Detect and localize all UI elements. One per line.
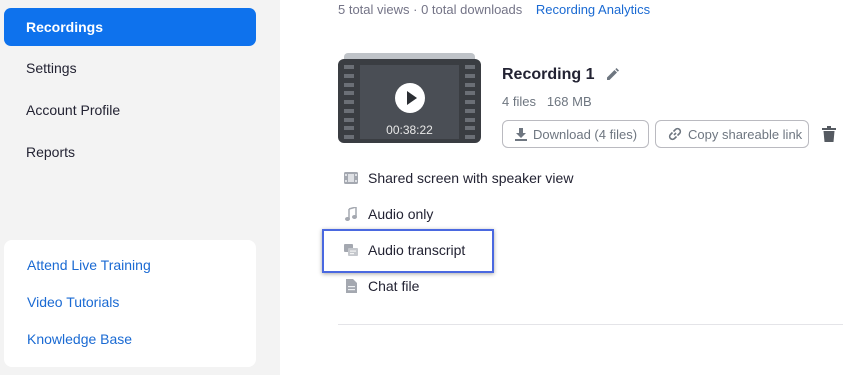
knowledge-base-link[interactable]: Knowledge Base: [27, 331, 132, 347]
file-label: Chat file: [368, 278, 420, 294]
file-row-audio-only[interactable]: Audio only: [344, 204, 433, 224]
sidebar-item-label: Settings: [26, 60, 77, 76]
sidebar: Recordings Settings Account Profile Repo…: [0, 0, 280, 375]
download-icon: [515, 127, 527, 141]
file-size: 168 MB: [546, 94, 592, 109]
thumbnail-frame: 00:38:22: [338, 59, 481, 143]
sidebar-item-recordings[interactable]: Recordings: [4, 8, 256, 46]
copy-link-button-label: Copy shareable link: [688, 126, 803, 142]
sidebar-item-label: Reports: [26, 144, 76, 160]
download-button-label: Download (4 files): [533, 126, 638, 142]
sidebar-item-label: Recordings: [26, 19, 104, 35]
file-row-chat-file[interactable]: Chat file: [344, 276, 419, 296]
link-icon: [668, 127, 682, 141]
play-icon[interactable]: [395, 83, 425, 113]
file-row-shared-screen[interactable]: Shared screen with speaker view: [344, 168, 573, 188]
download-button[interactable]: Download (4 files): [502, 120, 649, 148]
main-content: 5 total views · 0 total downloads Record…: [280, 0, 843, 375]
trash-icon[interactable]: [822, 126, 836, 142]
video-file-icon: [344, 171, 358, 185]
sidebar-item-label: Account Profile: [26, 102, 121, 118]
help-links-panel: Attend Live Training Video Tutorials Kno…: [4, 240, 256, 367]
recording-analytics-link[interactable]: Recording Analytics: [536, 2, 650, 17]
document-icon: [344, 279, 358, 293]
views-downloads-text: 5 total views · 0 total downloads: [338, 2, 523, 17]
sidebar-item-reports[interactable]: Reports: [4, 133, 256, 171]
file-label: Audio only: [368, 206, 434, 222]
copy-shareable-link-button[interactable]: Copy shareable link: [655, 120, 809, 148]
attend-live-training-link[interactable]: Attend Live Training: [27, 257, 151, 273]
file-label: Shared screen with speaker view: [368, 170, 574, 186]
file-count: 4 files: [502, 94, 536, 109]
recording-meta: 4 files 168 MB: [502, 94, 592, 109]
highlight-box: [322, 229, 494, 273]
recording-thumbnail[interactable]: 00:38:22: [338, 53, 481, 143]
recording-title: Recording 1: [502, 66, 595, 83]
music-note-icon: [344, 207, 358, 221]
video-tutorials-link[interactable]: Video Tutorials: [27, 294, 119, 310]
sidebar-item-account-profile[interactable]: Account Profile: [4, 91, 256, 129]
pencil-icon[interactable]: [605, 66, 621, 82]
recording-stats: 5 total views · 0 total downloads Record…: [338, 2, 650, 17]
recording-duration: 00:38:22: [386, 123, 433, 137]
divider: [338, 324, 843, 325]
sidebar-item-settings[interactable]: Settings: [4, 49, 256, 87]
